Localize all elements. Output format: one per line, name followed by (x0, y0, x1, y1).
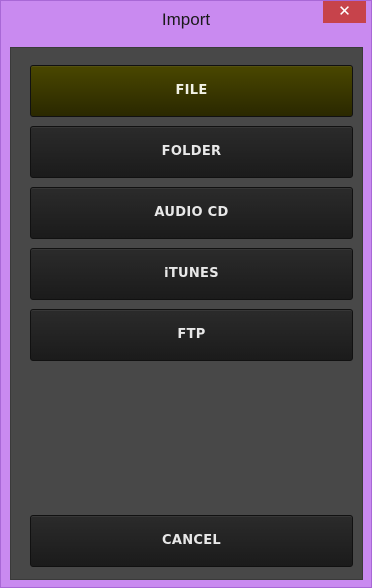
audio-cd-button[interactable]: AUDIO CD (30, 187, 353, 239)
close-icon: ✕ (338, 2, 351, 20)
cancel-button[interactable]: CANCEL (30, 515, 353, 567)
import-options-panel: FILE FOLDER AUDIO CD iTUNES FTP CANCEL (10, 47, 363, 580)
folder-button[interactable]: FOLDER (30, 126, 353, 178)
title-bar[interactable]: Import ✕ (1, 1, 371, 47)
file-button[interactable]: FILE (30, 65, 353, 117)
ftp-button[interactable]: FTP (30, 309, 353, 361)
itunes-button[interactable]: iTUNES (30, 248, 353, 300)
close-button[interactable]: ✕ (323, 1, 366, 23)
window-title: Import (161, 10, 211, 29)
import-dialog: Import ✕ FILE FOLDER AUDIO CD iTUNES FTP… (0, 0, 372, 588)
